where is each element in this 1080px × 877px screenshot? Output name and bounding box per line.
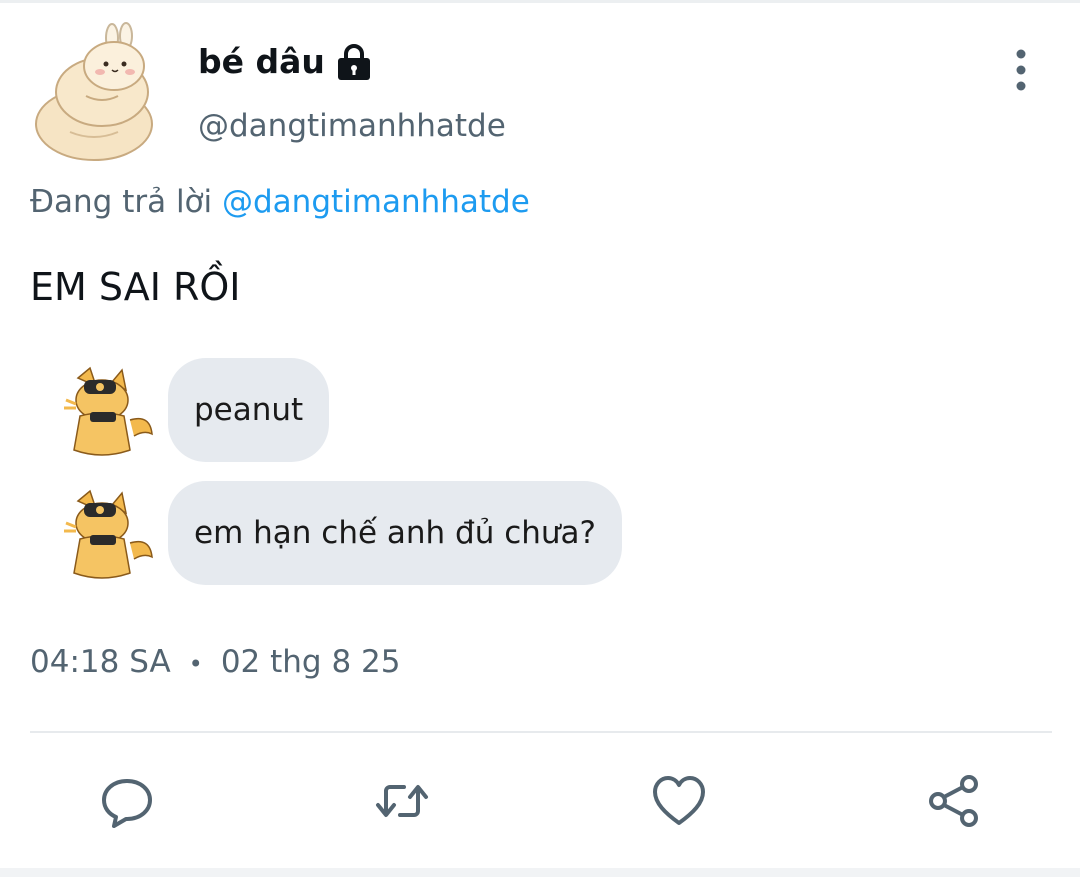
bunny-blob-icon [35, 22, 153, 161]
chat-bubble: em hạn chế anh đủ chưa? [168, 481, 623, 585]
separator-dot: • [188, 649, 203, 678]
profile-avatar[interactable] [30, 22, 170, 162]
share-button[interactable] [923, 770, 985, 832]
chat-message: peanut [60, 358, 330, 462]
chat-bubble: peanut [168, 358, 330, 462]
replying-to: Đang trả lời @dangtimanhhatde [30, 180, 530, 224]
replying-to-prefix: Đang trả lời [30, 184, 213, 220]
top-border [0, 0, 1080, 3]
reply-mention-link[interactable]: @dangtimanhhatde [222, 184, 530, 220]
chat-bubble-text: em hạn chế anh đủ chưa? [194, 515, 597, 551]
retweet-icon [376, 785, 428, 817]
fox-sticker-avatar [64, 366, 153, 456]
like-button[interactable] [648, 770, 710, 832]
tweet-timestamp: 04:18 SA • 02 thg 8 25 [30, 640, 400, 686]
tweet-text: EM SAI RỒI [30, 265, 241, 309]
retweet-button[interactable] [371, 770, 433, 832]
display-name[interactable]: bé dâu [198, 40, 373, 84]
share-icon [929, 775, 978, 827]
display-name-text: bé dâu [198, 42, 325, 81]
vertical-ellipsis-icon [1016, 49, 1026, 91]
reply-button[interactable] [96, 770, 158, 832]
user-handle[interactable]: @dangtimanhhatde [198, 104, 506, 148]
like-icon [653, 776, 705, 825]
divider [30, 731, 1052, 733]
tweet-date: 02 thg 8 25 [220, 644, 401, 680]
bottom-border [0, 868, 1080, 877]
more-options-button[interactable] [1000, 48, 1042, 92]
reply-icon [102, 779, 152, 828]
chat-bubble-text: peanut [194, 392, 304, 428]
chat-message: em hạn chế anh đủ chưa? [60, 481, 623, 585]
tweet-time: 04:18 SA [30, 644, 171, 680]
lock-icon [337, 44, 370, 80]
fox-sticker-avatar [64, 489, 153, 579]
